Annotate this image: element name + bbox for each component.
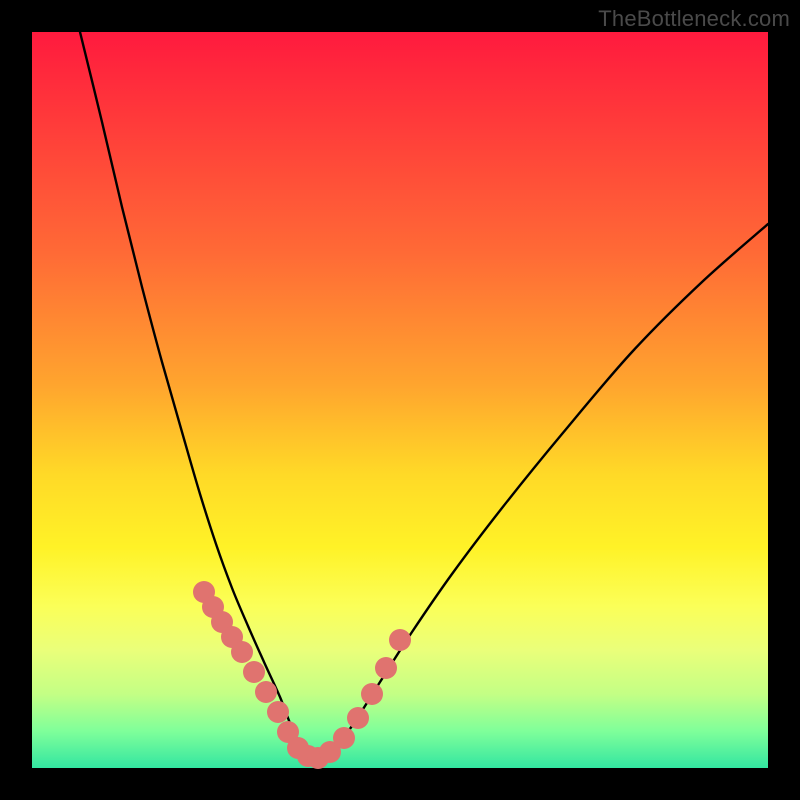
curve-marker [389, 629, 411, 651]
plot-area [32, 32, 768, 768]
curve-marker [211, 611, 233, 633]
curve-marker [221, 626, 243, 648]
curve-layer [32, 32, 768, 768]
curve-marker [319, 741, 341, 763]
curve-marker [231, 641, 253, 663]
curve-marker [307, 747, 329, 769]
curve-marker [287, 737, 309, 759]
curve-marker [347, 707, 369, 729]
curve-marker [297, 745, 319, 767]
curve-marker [333, 727, 355, 749]
curve-marker [277, 721, 299, 743]
curve-marker [255, 681, 277, 703]
curve-marker [243, 661, 265, 683]
chart-frame: TheBottleneck.com [0, 0, 800, 800]
curve-marker [193, 581, 215, 603]
attribution-text: TheBottleneck.com [598, 6, 790, 32]
curve-marker [375, 657, 397, 679]
curve-marker [202, 596, 224, 618]
curve-marker [267, 701, 289, 723]
curve-marker [361, 683, 383, 705]
marker-layer [32, 32, 768, 768]
bottleneck-curve [80, 32, 768, 758]
